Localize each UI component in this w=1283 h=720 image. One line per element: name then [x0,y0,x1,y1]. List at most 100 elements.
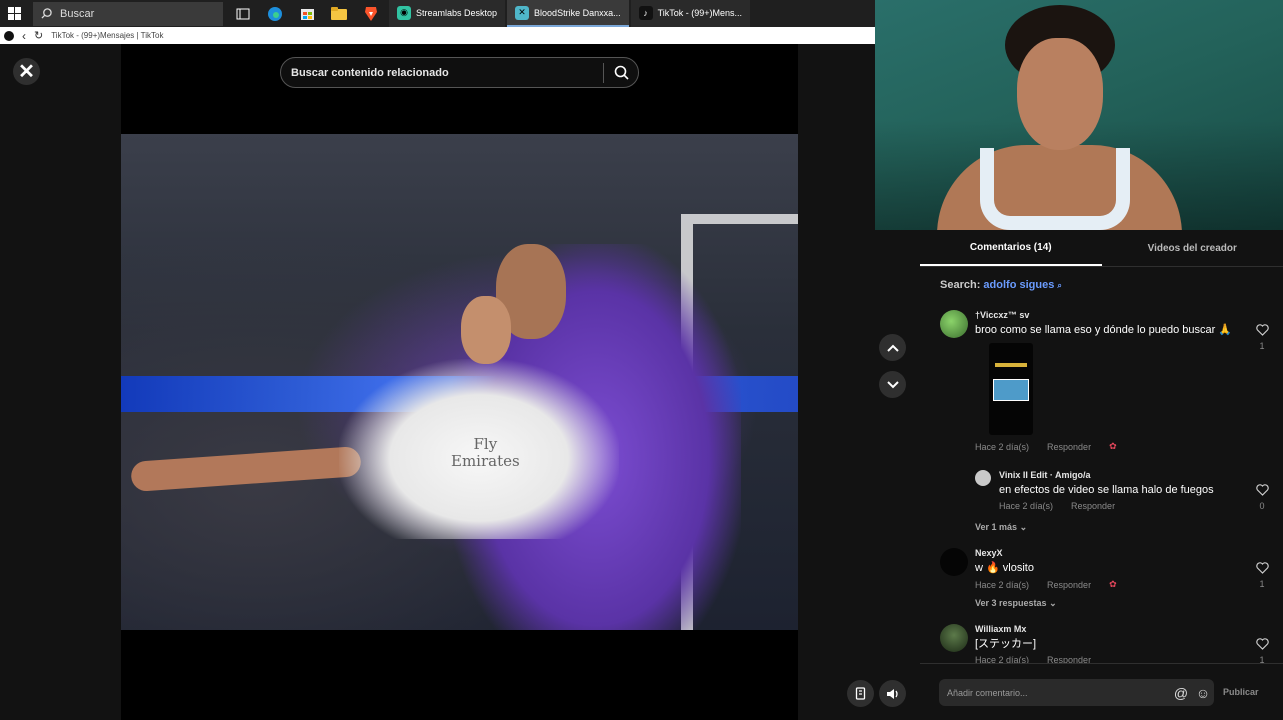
tiktok-icon: ♪ [638,5,653,20]
bloodstrike-icon: ✕ [515,5,530,20]
like-count: 1 [1259,341,1265,351]
like-count: 1 [1259,579,1265,589]
chevron-down-icon [886,380,899,388]
comment-username[interactable]: †Viccxz™ sv [975,310,1235,320]
comment-sticker-image[interactable] [989,343,1033,435]
comment-username[interactable]: NexyX [975,548,1235,558]
close-icon: ✕ [18,61,35,83]
player-head [461,296,511,364]
task-view-icon[interactable] [227,0,259,27]
windows-taskbar: Buscar ◉ Streamlabs Desktop ✕ BloodStrik… [0,0,875,27]
reply-text: en efectos de video se llama halo de fue… [999,484,1214,496]
comment-text: w 🔥 vlosito [975,562,1034,574]
edge-icon[interactable] [259,0,291,27]
reply-link[interactable]: Responder [1047,442,1091,452]
streamer-tank-top [980,148,1130,230]
avatar[interactable] [940,624,968,652]
like-count: 0 [1259,501,1265,511]
avatar[interactable] [940,310,968,338]
reply-item: Vinix II Edit · Amigo/a en efectos de vi… [975,470,1270,518]
reply-meta: Hace 2 día(s) Responder [999,501,1259,511]
taskbar-search-label: Buscar [60,7,95,20]
related-search-input[interactable]: Buscar contenido relacionado [280,57,639,88]
heart-icon [1255,562,1269,574]
panel-tabs: Comentarios (14) Videos del creador [920,230,1283,267]
close-button[interactable]: ✕ [13,58,40,85]
tab-creator-videos[interactable]: Videos del creador [1102,230,1283,266]
volume-button[interactable] [879,680,906,707]
view-more-replies-link[interactable]: Ver 1 más ⌄ [975,522,1027,533]
emoji-icon[interactable]: ☺ [1192,685,1214,701]
streamlabs-icon: ◉ [397,5,411,20]
comment-input-placeholder: Añadir comentario... [947,687,1028,698]
mention-icon[interactable]: @ [1170,685,1192,701]
comment-composer: Añadir comentario... @ ☺ Publicar [920,663,1283,720]
shirt-sponsor: Fly Emirates [451,435,520,470]
video-area: Buscar contenido relacionado Fly Emirate… [121,44,798,720]
report-button[interactable] [847,680,874,707]
browser-address-bar: ‹ ↻ TikTok - (99+)Mensajes | TikTok [0,27,875,44]
search-icon[interactable] [604,65,638,80]
search-prefix: Search: [940,279,981,291]
comment-body: †Viccxz™ sv broo como se llama eso y dón… [975,310,1235,452]
streamer-face [1017,38,1103,150]
creator-liked-icon: ✿ [1109,441,1117,451]
search-icon [41,8,52,19]
refresh-icon[interactable]: ↻ [34,29,43,42]
avatar[interactable] [975,470,991,486]
chevron-down-icon: ⌄ [1019,522,1028,532]
store-icon[interactable] [291,0,323,27]
reply-link[interactable]: Responder [1071,501,1115,511]
reply-body: Vinix II Edit · Amigo/a en efectos de vi… [999,470,1259,511]
taskbar-app-streamlabs[interactable]: ◉ Streamlabs Desktop [389,0,506,27]
comment-body: NexyX w 🔥 vlosito Hace 2 día(s) Responde… [975,548,1235,590]
search-keyword[interactable]: adolfo sigues [983,279,1054,291]
search-icon: ⌕ [1057,281,1062,290]
comment-input[interactable]: Añadir comentario... @ ☺ [939,679,1214,706]
sticker-thumbnail [993,379,1029,401]
avatar[interactable] [940,548,968,576]
comments-panel: Comentarios (14) Videos del creador Sear… [920,230,1283,720]
chevron-up-icon [886,344,899,352]
webcam-feed [875,0,1283,230]
player-arm [130,446,362,492]
like-button[interactable]: 1 [1254,324,1270,351]
comment-username[interactable]: Williaxm Mx [975,624,1235,634]
like-button[interactable]: 1 [1254,562,1270,589]
reply-link[interactable]: Responder [1047,580,1091,590]
comment-text: broo como se llama eso y dónde lo puedo … [975,324,1233,336]
file-explorer-icon[interactable] [323,0,355,27]
previous-video-button[interactable] [879,334,906,361]
comment-body: Williaxm Mx [ステッカー] Hace 2 día(s) Respon… [975,624,1235,664]
video-player[interactable]: Fly Emirates [121,134,798,630]
taskbar-app-label: Streamlabs Desktop [416,7,498,18]
view-replies-link[interactable]: Ver 3 respuestas ⌄ [975,598,1057,609]
back-icon[interactable]: ‹ [22,29,26,43]
reply-username[interactable]: Vinix II Edit · Amigo/a [999,470,1259,480]
like-button[interactable]: 1 [1254,638,1270,664]
taskbar-search[interactable]: Buscar [33,1,223,26]
taskbar-app-bloodstrike[interactable]: ✕ BloodStrike Danxxa... [507,0,629,27]
comment-meta: Hace 2 día(s) Responder ✿ [975,579,1235,590]
publish-button[interactable]: Publicar [1223,687,1259,697]
tiktok-favicon-icon [4,30,14,41]
page-title: TikTok - (99+)Mensajes | TikTok [51,31,164,40]
view-more-label: Ver 1 más [975,522,1018,532]
tab-comments[interactable]: Comentarios (14) [920,230,1102,266]
search-suggestion[interactable]: Search: adolfo sigues ⌕ [920,267,1283,291]
taskbar-app-label: TikTok - (99+)Mens... [657,7,743,18]
heart-icon [1255,484,1269,496]
related-search-placeholder: Buscar contenido relacionado [291,66,449,79]
report-icon [855,687,865,700]
creator-liked-icon: ✿ [1109,579,1117,589]
windows-start-icon[interactable] [0,0,30,27]
video-viewer: ✕ Buscar contenido relacionado Fly Emira… [0,44,875,720]
taskbar-app-tiktok[interactable]: ♪ TikTok - (99+)Mens... [630,0,751,27]
next-video-button[interactable] [879,371,906,398]
comment-time: Hace 2 día(s) [975,441,1030,452]
brave-icon[interactable] [355,0,387,27]
comment-item: †Viccxz™ sv broo como se llama eso y dón… [940,310,1270,470]
like-button[interactable]: 0 [1254,484,1270,511]
reply-time: Hace 2 día(s) [999,501,1054,511]
comment-text: [ステッカー] [975,638,1037,650]
